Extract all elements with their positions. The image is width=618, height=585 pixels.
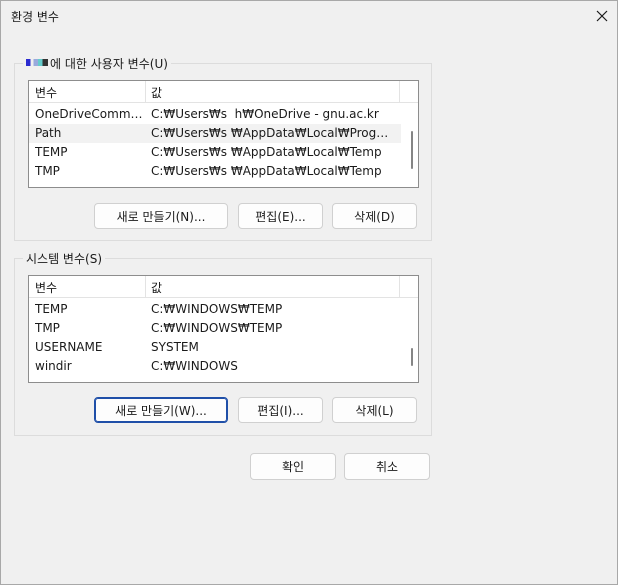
user-edit-button[interactable]: 편집(E)... [238, 203, 323, 229]
system-list-scrollbar[interactable] [409, 298, 415, 380]
system-delete-button[interactable]: 삭제(L) [332, 397, 417, 423]
system-edit-button[interactable]: 편집(I)... [238, 397, 323, 423]
ok-button[interactable]: 확인 [250, 453, 336, 480]
system-variable-row[interactable]: windir C:₩WINDOWS [29, 357, 401, 376]
system-variables-legend: 시스템 변수(S) [26, 252, 102, 266]
variable-name: TEMP [35, 302, 68, 316]
cancel-button[interactable]: 취소 [344, 453, 430, 480]
variable-name: TEMP [35, 145, 68, 159]
user-variables-legend-text: 에 대한 사용자 변수(U) [50, 57, 168, 71]
user-variables-list[interactable]: 변수 값 OneDriveCommer... C:₩Users₩s ⁠ h₩On… [28, 80, 419, 188]
variable-value: C:₩WINDOWS₩TEMP [151, 302, 283, 316]
variable-value: SYSTEM [151, 340, 199, 354]
scrollbar-thumb[interactable] [411, 131, 413, 169]
user-new-button[interactable]: 새로 만들기(N)... [94, 203, 228, 229]
user-variable-row[interactable]: TMP C:₩Users₩s ₩AppData₩Local₩Temp [29, 162, 401, 181]
system-variable-row[interactable]: TMP C:₩WINDOWS₩TEMP [29, 319, 401, 338]
system-variable-row[interactable]: USERNAME SYSTEM [29, 338, 401, 357]
user-variable-row[interactable]: OneDriveCommer... C:₩Users₩s ⁠ h₩OneDriv… [29, 105, 401, 124]
close-button[interactable] [591, 5, 613, 27]
system-variable-row[interactable]: TEMP C:₩WINDOWS₩TEMP [29, 300, 401, 319]
username-redacted [26, 59, 48, 66]
variable-name: USERNAME [35, 340, 103, 354]
variable-name: windir [35, 359, 72, 373]
variable-value: C:₩WINDOWS [151, 359, 238, 373]
user-variable-row[interactable]: TEMP C:₩Users₩s ₩AppData₩Local₩Temp [29, 143, 401, 162]
variable-name: OneDriveCommer... [35, 107, 143, 121]
close-icon [596, 10, 608, 22]
variable-name: Path [35, 126, 62, 140]
variable-value: C:₩Users₩s ₩AppData₩Local₩Temp [151, 164, 382, 178]
variable-value: C:₩Users₩s ⁠ h₩OneDrive - gnu.ac.kr [151, 107, 379, 121]
variable-value: C:₩WINDOWS₩TEMP [151, 321, 283, 335]
column-header-variable[interactable]: 변수 [35, 84, 57, 101]
variable-value: C:₩Users₩s ₩AppData₩Local₩Temp [151, 145, 382, 159]
user-variables-legend: 에 대한 사용자 변수(U) [23, 55, 171, 72]
user-list-scrollbar[interactable] [409, 103, 415, 185]
user-list-header: 변수 값 [29, 81, 418, 103]
environment-variables-dialog: 환경 변수 에 대한 사용자 변수(U) 변수 값 OneDriveCommer… [0, 0, 618, 585]
variable-value: C:₩Users₩s ₩AppData₩Local₩Progra... [151, 126, 389, 140]
system-list-header: 변수 값 [29, 276, 418, 298]
user-delete-button[interactable]: 삭제(D) [332, 203, 417, 229]
system-variables-list[interactable]: 변수 값 TEMP C:₩WINDOWS₩TEMP TMP C:₩WINDOWS… [28, 275, 419, 383]
system-new-button[interactable]: 새로 만들기(W)... [94, 397, 228, 423]
user-variable-row[interactable]: Path C:₩Users₩s ₩AppData₩Local₩Progra... [29, 124, 401, 143]
dialog-title: 환경 변수 [11, 10, 59, 24]
column-header-value[interactable]: 값 [151, 279, 162, 296]
column-header-variable[interactable]: 변수 [35, 279, 57, 296]
variable-name: TMP [35, 164, 60, 178]
scrollbar-thumb[interactable] [411, 348, 413, 366]
variable-name: TMP [35, 321, 60, 335]
column-header-value[interactable]: 값 [151, 84, 162, 101]
